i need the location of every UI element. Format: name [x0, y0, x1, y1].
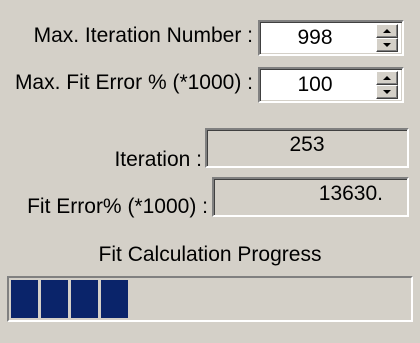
iteration-value: 253: [289, 133, 325, 156]
max-fit-error-spin-down[interactable]: [376, 85, 398, 99]
max-iteration-spinbox[interactable]: [258, 20, 404, 56]
max-iteration-spin-up[interactable]: [376, 24, 398, 38]
fit-error-value: 13630.: [318, 182, 383, 205]
progress-chunk: [71, 280, 98, 318]
max-fit-error-input[interactable]: [260, 69, 370, 101]
max-fit-error-spin-buttons: [376, 71, 398, 99]
max-iteration-label: Max. Iteration Number :: [33, 24, 253, 47]
fit-progress-bar: [7, 276, 413, 322]
progress-chunk: [11, 280, 38, 318]
max-fit-error-label: Max. Fit Error % (*1000) :: [14, 71, 253, 94]
max-iteration-spin-down[interactable]: [376, 38, 398, 52]
fit-settings-panel: Max. Iteration Number : Max. Fit Error %…: [0, 0, 420, 343]
progress-chunk: [41, 280, 68, 318]
arrow-up-icon: [383, 76, 391, 80]
fit-error-display: 13630.: [212, 177, 409, 217]
progress-chunk: [101, 280, 128, 318]
arrow-down-icon: [383, 90, 391, 94]
progress-label: Fit Calculation Progress: [98, 243, 322, 266]
max-fit-error-spin-up[interactable]: [376, 71, 398, 85]
iteration-display: 253: [205, 128, 409, 168]
iteration-label: Iteration :: [114, 148, 202, 171]
max-fit-error-spinbox[interactable]: [258, 67, 404, 103]
max-iteration-spin-buttons: [376, 24, 398, 52]
arrow-up-icon: [383, 29, 391, 33]
arrow-down-icon: [383, 43, 391, 47]
progress-fill: [11, 280, 131, 318]
fit-error-label: Fit Error% (*1000) :: [27, 195, 208, 218]
max-iteration-input[interactable]: [260, 22, 370, 54]
